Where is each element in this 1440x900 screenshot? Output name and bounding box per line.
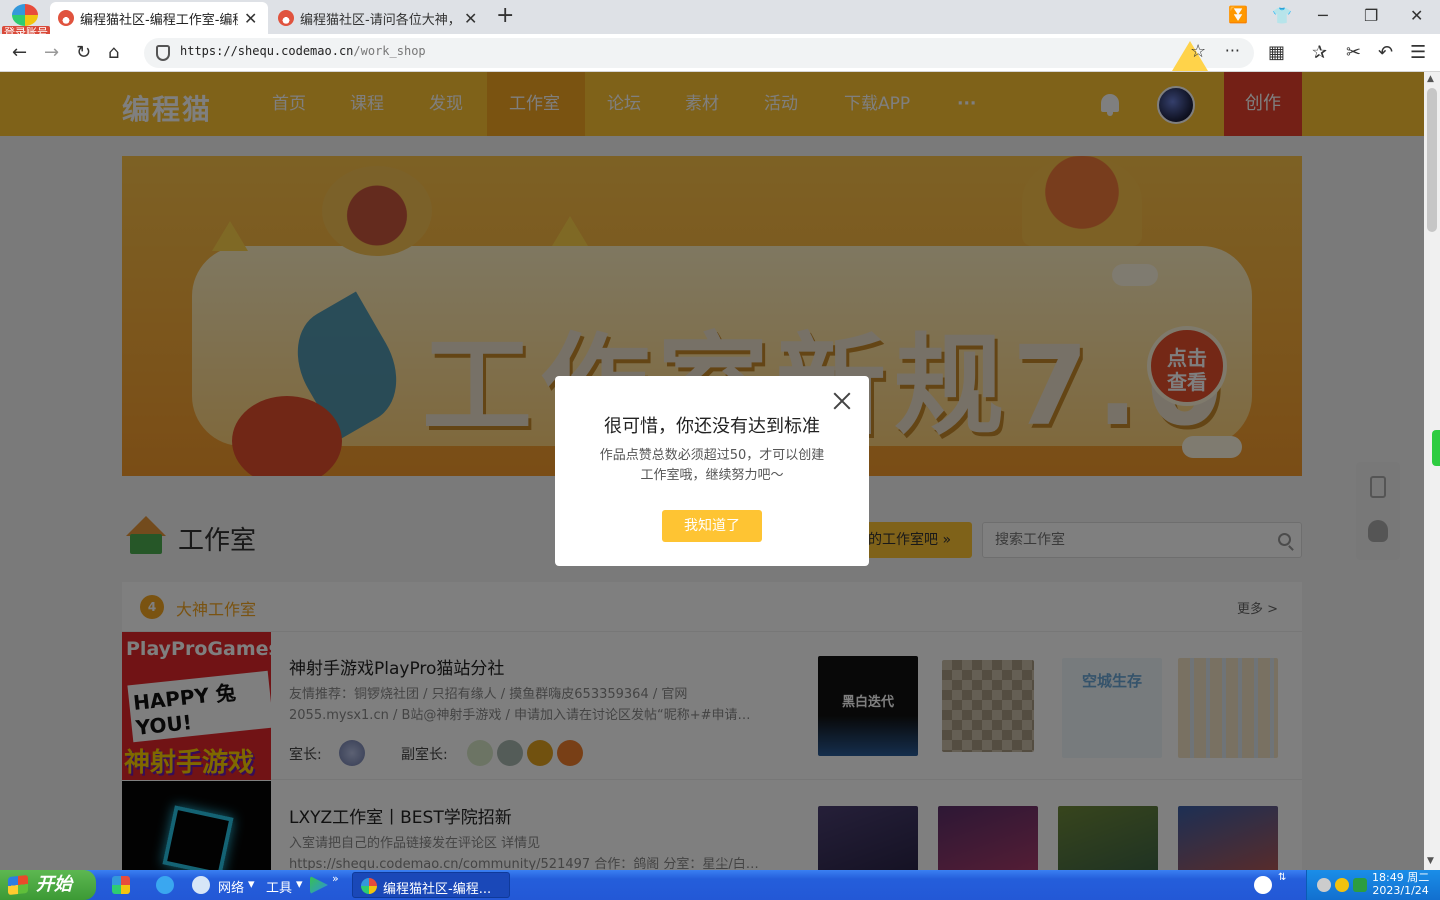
clock-date: 2023/1/24 [1372, 884, 1429, 897]
start-button[interactable]: 开始 [0, 870, 96, 900]
chevron-expand-icon[interactable]: » [332, 872, 339, 885]
scroll-up-icon[interactable]: ▲ [1427, 74, 1434, 84]
network-icon[interactable] [192, 876, 210, 894]
page-scrollbar[interactable]: ▲ ▼ [1424, 72, 1440, 870]
tray-toggle-icon[interactable]: ⇅ [1278, 872, 1286, 883]
taskbar-task-browser[interactable]: 编程猫社区-编程... [352, 872, 510, 898]
shield-icon[interactable] [156, 45, 170, 61]
notice-dialog: 很可惜，你还没有达到标准 作品点赞总数必须超过50，才可以创建工作室哦，继续努力… [555, 376, 869, 566]
favorites-icon[interactable]: ✰ [1312, 42, 1327, 63]
tab-workshop[interactable]: 编程猫社区-编程工作室-编程 ✕ [50, 2, 268, 34]
address-toolbar: ← → ↻ ⌂ https://shequ.codemao.cn/work_sh… [0, 34, 1440, 72]
dialog-message: 作品点赞总数必须超过50，才可以创建工作室哦，继续努力吧～ [599, 448, 825, 483]
tools-toolbar[interactable]: 工具 [266, 877, 292, 896]
windows-taskbar: 开始 网络 ▾ 工具 ▾ » 编程猫社区-编程... ⇅ 18:49 周二 20… [0, 870, 1440, 900]
tab-close-icon[interactable]: ✕ [464, 9, 477, 28]
scroll-down-icon[interactable]: ▼ [1427, 856, 1434, 866]
scissors-icon[interactable]: ✂ [1346, 42, 1361, 63]
codemao-favicon-icon [58, 10, 74, 26]
codemao-favicon-icon [278, 10, 294, 26]
dropdown-arrow-icon[interactable]: ▾ [296, 877, 303, 892]
quicklaunch-browser-icon[interactable] [112, 876, 130, 894]
shield-icon[interactable] [1353, 878, 1367, 892]
ie-icon[interactable] [156, 876, 174, 894]
back-icon[interactable]: ← [12, 42, 27, 63]
side-green-tab[interactable] [1432, 430, 1440, 466]
shirt-icon[interactable]: 👕 [1272, 6, 1292, 25]
undo-icon[interactable]: ↶ [1378, 42, 1393, 63]
minimize-icon[interactable]: ─ [1318, 6, 1328, 25]
qq-tray-icon[interactable] [1254, 876, 1272, 894]
download-icon[interactable]: ⏬ [1228, 5, 1248, 24]
tab-close-icon[interactable]: ✕ [244, 9, 257, 28]
clock[interactable]: 18:49 周二 2023/1/24 [1372, 871, 1429, 897]
browser-tab-bar: 登录账号 编程猫社区-编程工作室-编程 ✕ 编程猫社区-请问各位大神，怎 ✕ +… [0, 0, 1440, 40]
apps-grid-icon[interactable]: ▦ [1268, 42, 1285, 63]
tray-app-icon[interactable] [1317, 878, 1331, 892]
close-icon[interactable] [833, 392, 851, 410]
tab-title: 编程猫社区-请问各位大神，怎 [300, 12, 458, 28]
scrollbar-thumb[interactable] [1427, 88, 1437, 232]
browser-logo[interactable]: 登录账号 [2, 2, 50, 40]
bookmark-star-icon[interactable]: ☆ [1172, 41, 1208, 71]
url-text[interactable]: https://shequ.codemao.cn/work_shop [180, 44, 426, 58]
windows-flag-icon [8, 874, 28, 896]
tab-forum-question[interactable]: 编程猫社区-请问各位大神，怎 ✕ [270, 2, 488, 34]
media-play-icon[interactable] [310, 876, 328, 894]
got-it-button[interactable]: 我知道了 [662, 510, 762, 542]
forward-icon[interactable]: → [44, 42, 59, 63]
menu-icon[interactable]: ☰ [1410, 42, 1426, 63]
url-bar[interactable]: https://shequ.codemao.cn/work_shop ☆ ··· [144, 38, 1254, 71]
dialog-title: 很可惜，你还没有达到标准 [604, 416, 820, 437]
maximize-icon[interactable]: ❐ [1364, 6, 1378, 25]
browser-logo-icon [12, 4, 38, 26]
network-toolbar[interactable]: 网络 [218, 877, 244, 896]
reload-icon[interactable]: ↻ [76, 42, 91, 63]
new-tab-button[interactable]: + [496, 5, 514, 27]
browser-icon [361, 878, 377, 894]
tray-security-icon[interactable] [1335, 878, 1349, 892]
home-icon[interactable]: ⌂ [108, 42, 119, 63]
more-dots-icon[interactable]: ··· [1225, 41, 1240, 60]
clock-time: 18:49 周二 [1372, 871, 1430, 884]
dropdown-arrow-icon[interactable]: ▾ [248, 877, 255, 892]
close-icon[interactable]: ✕ [1410, 6, 1423, 25]
tab-title: 编程猫社区-编程工作室-编程 [80, 12, 238, 28]
task-title: 编程猫社区-编程... [383, 882, 492, 897]
